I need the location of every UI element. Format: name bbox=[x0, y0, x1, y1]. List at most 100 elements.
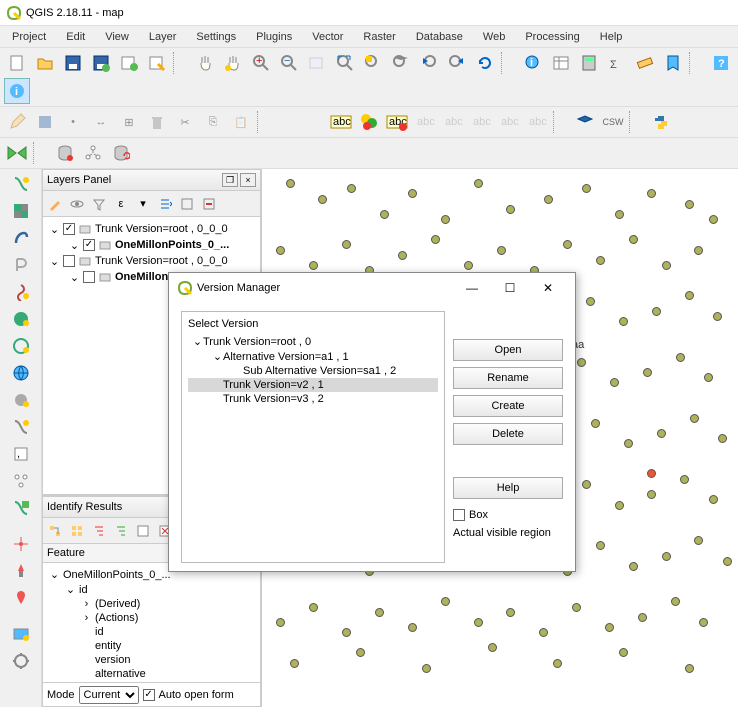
menu-help[interactable]: Help bbox=[592, 29, 631, 45]
id-form-icon[interactable] bbox=[133, 521, 153, 541]
pin-icon[interactable] bbox=[8, 585, 34, 611]
cut-icon[interactable]: ✂ bbox=[172, 109, 198, 135]
version-item[interactable]: ⌄Trunk Version=root , 0 bbox=[188, 334, 438, 349]
identify-tool-icon[interactable]: i bbox=[520, 50, 546, 76]
identify-row[interactable]: entity bbox=[45, 639, 258, 653]
label-rotate-icon[interactable]: abc bbox=[496, 109, 522, 135]
zoom-native-icon[interactable] bbox=[304, 50, 330, 76]
move-feature-icon[interactable]: ↔ bbox=[88, 109, 114, 135]
filter-eye-icon[interactable] bbox=[67, 194, 87, 214]
menu-database[interactable]: Database bbox=[408, 29, 471, 45]
copy-icon[interactable]: ⎘ bbox=[200, 109, 226, 135]
zoom-next-icon[interactable] bbox=[444, 50, 470, 76]
refresh-icon[interactable] bbox=[472, 50, 498, 76]
menu-view[interactable]: View bbox=[97, 29, 137, 45]
identify-row[interactable]: ›(Actions) bbox=[45, 611, 258, 625]
menu-settings[interactable]: Settings bbox=[188, 29, 244, 45]
panel-float-icon[interactable]: ❐ bbox=[222, 173, 238, 187]
add-mssql-icon[interactable] bbox=[8, 279, 34, 305]
new-project-icon[interactable] bbox=[4, 50, 30, 76]
add-spatialite-icon[interactable] bbox=[8, 252, 34, 278]
dialog-close-icon[interactable]: ✕ bbox=[529, 276, 567, 300]
style-icon[interactable] bbox=[45, 194, 65, 214]
expression-icon[interactable]: ε bbox=[111, 194, 131, 214]
add-feature-icon[interactable]: • bbox=[60, 109, 86, 135]
paste-icon[interactable]: 📋 bbox=[228, 109, 254, 135]
label-move-icon[interactable]: abc bbox=[468, 109, 494, 135]
panel-close-icon[interactable]: × bbox=[240, 173, 256, 187]
id-collapse-icon[interactable] bbox=[111, 521, 131, 541]
id-expand-icon[interactable] bbox=[89, 521, 109, 541]
add-wfs-icon[interactable] bbox=[8, 414, 34, 440]
label-rules-icon[interactable] bbox=[356, 109, 382, 135]
label-show-icon[interactable]: abc bbox=[440, 109, 466, 135]
identify-row[interactable]: ›(Derived) bbox=[45, 597, 258, 611]
python-icon[interactable] bbox=[648, 109, 674, 135]
new-shapefile-icon[interactable] bbox=[8, 495, 34, 521]
label-change-icon[interactable]: abc bbox=[524, 109, 550, 135]
add-wcs-icon[interactable] bbox=[8, 387, 34, 413]
coords-icon[interactable] bbox=[8, 531, 34, 557]
menu-vector[interactable]: Vector bbox=[304, 29, 351, 45]
pan-selection-icon[interactable] bbox=[220, 50, 246, 76]
edit-pencil-icon[interactable] bbox=[4, 109, 30, 135]
info-icon[interactable]: i bbox=[4, 78, 30, 104]
db-icon[interactable] bbox=[52, 140, 78, 166]
zoom-layer-icon[interactable] bbox=[388, 50, 414, 76]
add-vector-icon[interactable] bbox=[8, 171, 34, 197]
label-pin-icon[interactable]: abc bbox=[412, 109, 438, 135]
bowtie-icon[interactable] bbox=[4, 140, 30, 166]
layer-checkbox[interactable] bbox=[63, 255, 75, 267]
node-circles-icon[interactable] bbox=[8, 468, 34, 494]
open-project-icon[interactable] bbox=[32, 50, 58, 76]
edit-save-icon[interactable] bbox=[32, 109, 58, 135]
bookmarks-icon[interactable] bbox=[660, 50, 686, 76]
identify-row[interactable]: ⌄id bbox=[45, 582, 258, 597]
pan-icon[interactable] bbox=[192, 50, 218, 76]
menu-edit[interactable]: Edit bbox=[58, 29, 93, 45]
attributes-icon[interactable] bbox=[548, 50, 574, 76]
zoom-in-icon[interactable]: + bbox=[248, 50, 274, 76]
node-tool-icon[interactable]: ⊞ bbox=[116, 109, 142, 135]
group-icon[interactable] bbox=[177, 194, 197, 214]
field-calc-icon[interactable] bbox=[576, 50, 602, 76]
help-icon[interactable]: ? bbox=[708, 50, 734, 76]
layer-item[interactable]: ⌄Trunk Version=root , 0_0_0 bbox=[45, 221, 258, 237]
box-checkbox[interactable] bbox=[453, 509, 465, 521]
id-table-icon[interactable] bbox=[67, 521, 87, 541]
add-oracle-icon[interactable] bbox=[8, 333, 34, 359]
menu-layer[interactable]: Layer bbox=[141, 29, 185, 45]
mode-select[interactable]: Current la bbox=[79, 686, 139, 704]
add-raster-icon[interactable] bbox=[8, 198, 34, 224]
identify-row[interactable]: id bbox=[45, 625, 258, 639]
remove-icon[interactable] bbox=[199, 194, 219, 214]
add-postgis-icon[interactable] bbox=[8, 225, 34, 251]
filter-icon[interactable] bbox=[89, 194, 109, 214]
version-tree[interactable]: ⌄Trunk Version=root , 0⌄Alternative Vers… bbox=[188, 334, 438, 406]
label-abc-icon[interactable]: abc bbox=[328, 109, 354, 135]
rename-button[interactable]: Rename bbox=[453, 367, 563, 389]
dialog-min-icon[interactable]: ― bbox=[453, 276, 491, 300]
menu-web[interactable]: Web bbox=[475, 29, 513, 45]
auto-open-checkbox[interactable] bbox=[143, 689, 155, 701]
identify-row[interactable]: version bbox=[45, 653, 258, 667]
processing-icon[interactable] bbox=[8, 648, 34, 674]
expand-icon[interactable]: ▾ bbox=[133, 194, 153, 214]
collapse-icon[interactable] bbox=[155, 194, 175, 214]
layer-item[interactable]: ⌄Trunk Version=root , 0_0_0 bbox=[45, 253, 258, 269]
help-button[interactable]: Help bbox=[453, 477, 563, 499]
delete-icon[interactable] bbox=[144, 109, 170, 135]
db-refresh-icon[interactable] bbox=[108, 140, 134, 166]
zoom-selection-icon[interactable] bbox=[360, 50, 386, 76]
label-highlight-icon[interactable]: abc bbox=[384, 109, 410, 135]
virtual-layer-icon[interactable] bbox=[8, 621, 34, 647]
composer-manager-icon[interactable] bbox=[144, 50, 170, 76]
menu-project[interactable]: Project bbox=[4, 29, 54, 45]
delete-button[interactable]: Delete bbox=[453, 423, 563, 445]
save-as-icon[interactable] bbox=[88, 50, 114, 76]
menu-processing[interactable]: Processing bbox=[517, 29, 587, 45]
version-item[interactable]: ⌄Alternative Version=a1 , 1 bbox=[188, 349, 438, 364]
version-item[interactable]: Sub Alternative Version=sa1 , 2 bbox=[188, 364, 438, 378]
new-composer-icon[interactable] bbox=[116, 50, 142, 76]
gps-icon[interactable] bbox=[8, 558, 34, 584]
